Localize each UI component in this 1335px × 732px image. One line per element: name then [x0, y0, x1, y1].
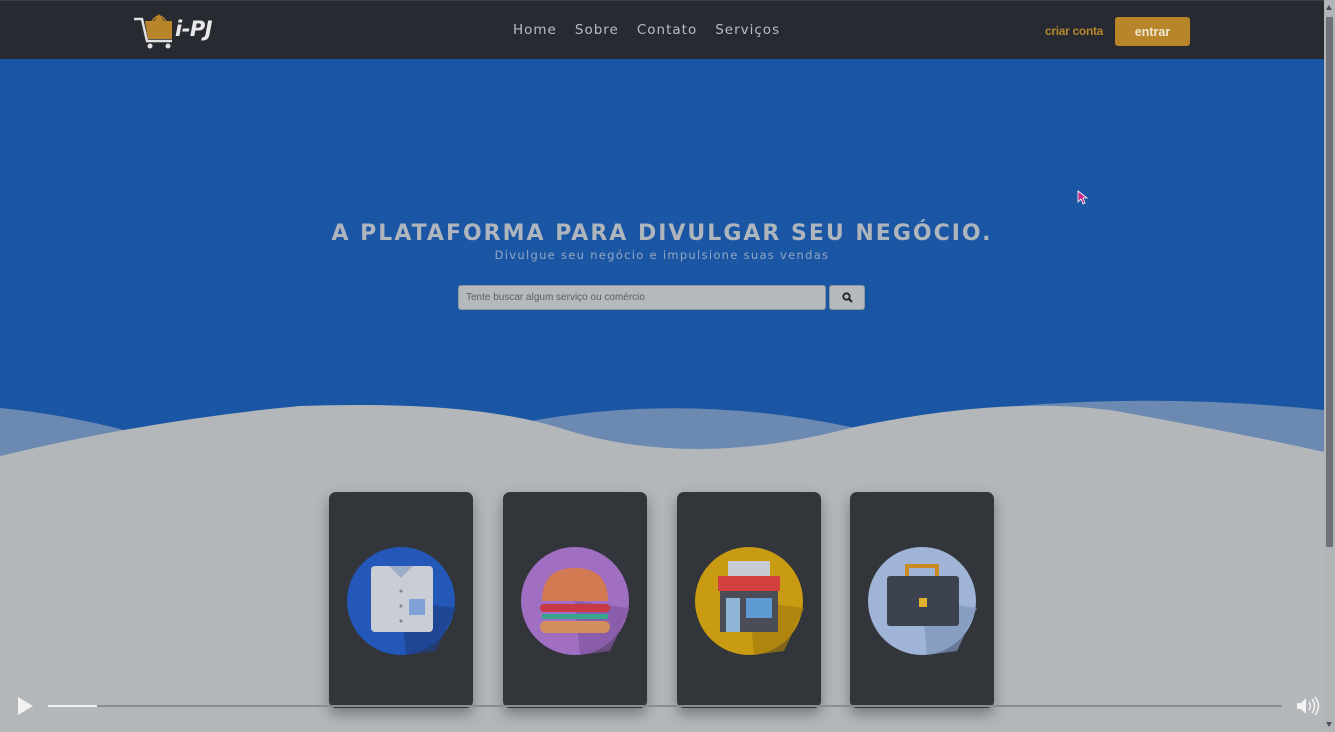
main-nav: Home Sobre Contato Serviços: [513, 22, 798, 38]
category-card-food[interactable]: [503, 492, 647, 708]
search-input[interactable]: [458, 285, 826, 310]
category-card-clothing[interactable]: [329, 492, 473, 708]
briefcase-icon: [868, 547, 977, 655]
burger-icon: [521, 547, 630, 655]
storefront-icon: [695, 547, 804, 655]
nav-sobre[interactable]: Sobre: [575, 22, 619, 38]
scroll-thumb[interactable]: [1326, 17, 1333, 547]
logo-text[interactable]: i-PJ: [175, 17, 213, 41]
wave-divider: [0, 400, 1324, 470]
hero-subtitle: Divulgue seu negócio e impulsione suas v…: [494, 248, 830, 262]
nav-contato[interactable]: Contato: [637, 22, 697, 38]
search-button[interactable]: [829, 285, 865, 310]
volume-icon[interactable]: [1295, 696, 1325, 716]
scroll-down-arrow-icon[interactable]: [1326, 722, 1332, 727]
play-icon[interactable]: [15, 696, 35, 716]
nav-servicos[interactable]: Serviços: [715, 22, 780, 38]
mouse-cursor-icon: [1077, 190, 1089, 205]
shirt-icon: [347, 547, 456, 655]
hero-title: A PLATAFORMA PARA DIVULGAR SEU NEGÓCIO.: [331, 221, 993, 246]
nav-home[interactable]: Home: [513, 22, 557, 38]
vertical-scrollbar[interactable]: [1324, 0, 1335, 732]
create-account-link[interactable]: criar conta: [1045, 24, 1103, 38]
category-card-store[interactable]: [677, 492, 821, 708]
login-button[interactable]: entrar: [1115, 17, 1190, 46]
video-progress-fill: [48, 705, 98, 707]
category-card-business[interactable]: [850, 492, 994, 708]
video-progress-bar[interactable]: [48, 705, 1282, 707]
scroll-up-arrow-icon[interactable]: [1326, 5, 1332, 10]
search-icon: [841, 292, 853, 303]
navbar: i-PJ Home Sobre Contato Serviços criar c…: [0, 0, 1324, 59]
